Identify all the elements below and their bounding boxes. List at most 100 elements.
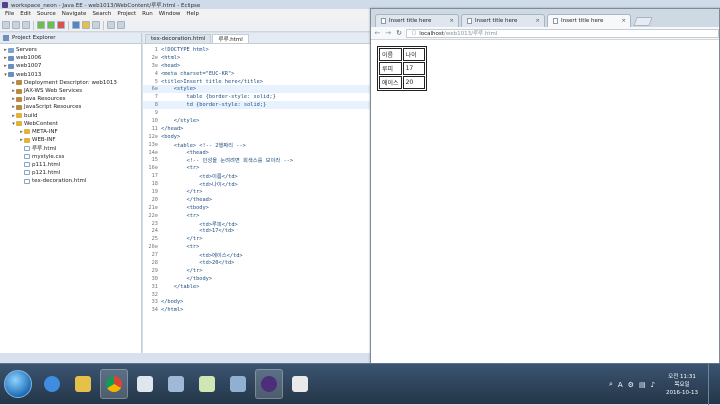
network-icon[interactable]: ▤ — [639, 381, 646, 389]
browser-tab[interactable]: Insert title here × — [461, 14, 545, 27]
tree-item[interactable]: p111.html — [0, 161, 141, 169]
code-line[interactable]: 18 <td>나이</td> — [143, 180, 370, 188]
menu-file[interactable]: File — [2, 11, 17, 17]
tab-tex-decoration[interactable]: tex-decoration.html — [145, 34, 212, 43]
new-tab-button[interactable] — [633, 17, 653, 26]
tree-item[interactable]: mystyle.css — [0, 152, 141, 160]
save-all-icon[interactable] — [22, 21, 30, 29]
code-line[interactable]: 32 — [143, 291, 370, 299]
code-line[interactable]: 34 </html> — [143, 306, 370, 314]
taskbar-ie[interactable] — [38, 369, 66, 399]
code-line[interactable]: 31 </table> — [143, 283, 370, 291]
code-line[interactable]: 33 </body> — [143, 299, 370, 307]
code-line[interactable]: 19 </tr> — [143, 188, 370, 196]
menu-search[interactable]: Search — [89, 11, 114, 17]
ime-mode-icon[interactable]: ⚙ — [628, 381, 634, 389]
back-icon[interactable] — [107, 21, 115, 29]
search-icon[interactable]: ⌕ — [609, 380, 613, 389]
close-icon[interactable]: × — [621, 18, 626, 24]
code-line[interactable]: 16⊖ <tr> — [143, 164, 370, 172]
code-line[interactable]: 26⊖ <tr> — [143, 243, 370, 251]
code-line[interactable]: 2⊖ <html> — [143, 54, 370, 62]
code-line[interactable]: 27 <td>에이스</td> — [143, 251, 370, 259]
code-line[interactable]: 12⊖ <body> — [143, 133, 370, 141]
forward-icon[interactable] — [117, 21, 125, 29]
tree-item[interactable]: ▸ Deployment Descriptor: web1013 — [0, 79, 141, 87]
code-line[interactable]: 8 td {border-style: solid;} — [143, 101, 370, 110]
taskbar-notepad[interactable] — [193, 369, 221, 399]
tree-item[interactable]: ▸ WEB-INF — [0, 136, 141, 144]
code-line[interactable]: 22⊖ <tr> — [143, 212, 370, 220]
code-line[interactable]: 7 table {border-style: solid;} — [143, 93, 370, 101]
tree-item[interactable]: tex-decoration.html — [0, 177, 141, 185]
new-icon[interactable] — [2, 21, 10, 29]
close-icon[interactable]: × — [449, 18, 454, 24]
tree-item[interactable]: ▸ Java Resources — [0, 95, 141, 103]
menu-project[interactable]: Project — [114, 11, 139, 17]
project-explorer-tab[interactable]: Project Explorer — [0, 33, 141, 44]
url-input[interactable]: ▢ localhost/web1013/루루.html — [406, 28, 719, 38]
clock[interactable]: 오전 11:31 목요일 2016-10-13 — [666, 373, 698, 397]
code-line[interactable]: 4 <meta charset="EUC-KR"> — [143, 70, 370, 78]
taskbar-chrome[interactable] — [100, 369, 128, 399]
back-arrow-icon[interactable]: ← — [374, 29, 381, 37]
code-line[interactable]: 13⊖ <table> <!-- 2행짜리 --> — [143, 141, 370, 149]
tree-item[interactable]: ▸ Servers — [0, 46, 141, 54]
code-area[interactable]: 1 <!DOCTYPE html> 2⊖ <html> 3⊖ <head> 4 <meta c… — [143, 46, 370, 314]
code-line[interactable]: 11 </head> — [143, 125, 370, 133]
menu-edit[interactable]: Edit — [17, 11, 34, 17]
menu-run[interactable]: Run — [139, 11, 156, 17]
save-icon[interactable] — [12, 21, 20, 29]
code-line[interactable]: 14⊖ <thead> — [143, 149, 370, 157]
tree-item[interactable]: ▾ WebContent — [0, 120, 141, 128]
tree-item[interactable]: ▸ JavaScript Resources — [0, 103, 141, 111]
code-line[interactable]: 3⊖ <head> — [143, 62, 370, 70]
tree-item[interactable]: ▾ web1013 — [0, 71, 141, 79]
forward-arrow-icon[interactable]: → — [385, 29, 392, 37]
browser-tab-active[interactable]: Insert title here × — [547, 14, 631, 27]
code-line[interactable]: 30 </tbody> — [143, 275, 370, 283]
code-line[interactable]: 15 <!-- 인성을 눈려려면 회색스를 보이라 --> — [143, 156, 370, 164]
tree-item[interactable]: p121.html — [0, 169, 141, 177]
ime-language-indicator[interactable]: A — [618, 381, 623, 389]
code-line[interactable]: 17 <td>이름</td> — [143, 172, 370, 180]
code-line[interactable]: 9 — [143, 109, 370, 117]
code-line[interactable]: 6⊖ <style> — [143, 85, 370, 94]
taskbar-app[interactable] — [131, 369, 159, 399]
code-line[interactable]: 28 <td>20</td> — [143, 259, 370, 267]
code-line[interactable]: 10 </style> — [143, 117, 370, 125]
reload-icon[interactable]: ↻ — [396, 29, 403, 37]
tree-item[interactable]: ▸ web1007 — [0, 62, 141, 70]
tree-item[interactable]: ▸ META-INF — [0, 128, 141, 136]
tree-item[interactable]: ▸ web1006 — [0, 54, 141, 62]
tree-item[interactable]: ▸ JAX-WS Web Services — [0, 87, 141, 95]
taskbar-eclipse[interactable] — [255, 369, 283, 399]
menu-help[interactable]: Help — [183, 11, 202, 17]
show-desktop-button[interactable] — [708, 364, 714, 405]
external-tools-icon[interactable] — [57, 21, 65, 29]
start-button[interactable] — [4, 370, 32, 398]
code-line[interactable]: 25 </tr> — [143, 235, 370, 243]
menu-navigate[interactable]: Navigate — [59, 11, 90, 17]
tab-ruru-html[interactable]: 루루.html — [212, 34, 249, 43]
taskbar-media[interactable] — [224, 369, 252, 399]
taskbar-paint[interactable] — [286, 369, 314, 399]
page-info-icon[interactable]: ▢ — [411, 30, 416, 36]
code-line[interactable]: 1 <!DOCTYPE html> — [143, 46, 370, 54]
code-line[interactable]: 20 </thead> — [143, 196, 370, 204]
volume-icon[interactable]: ♪ — [651, 381, 655, 389]
code-line[interactable]: 29 </tr> — [143, 267, 370, 275]
menu-source[interactable]: Source — [34, 11, 59, 17]
new-server-icon[interactable] — [72, 21, 80, 29]
close-icon[interactable]: × — [535, 18, 540, 24]
code-line[interactable]: 23 <td>루피</td> — [143, 220, 370, 228]
open-type-icon[interactable] — [82, 21, 90, 29]
tree-item[interactable]: ▸ build — [0, 112, 141, 120]
tree-item[interactable]: 루루.html — [0, 144, 141, 152]
code-line[interactable]: 5 <title>Insert title here</title> — [143, 78, 370, 86]
code-line[interactable]: 24 <td>17</td> — [143, 227, 370, 235]
menu-window[interactable]: Window — [156, 11, 184, 17]
code-line[interactable]: 21⊖ <tbody> — [143, 204, 370, 212]
taskbar-window[interactable] — [162, 369, 190, 399]
search-icon[interactable] — [92, 21, 100, 29]
